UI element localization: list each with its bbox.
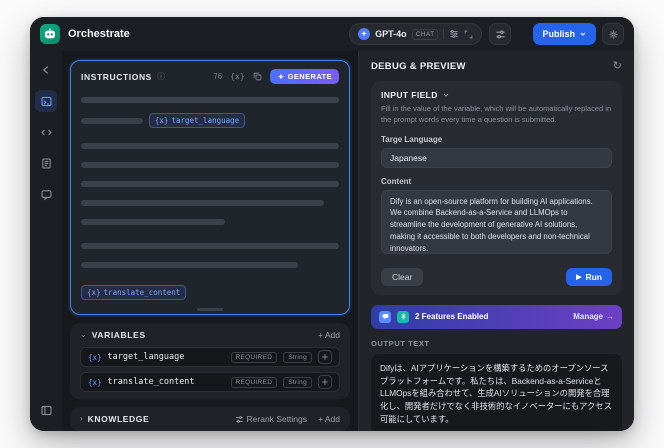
sparkle-icon [277, 73, 284, 80]
skeleton-row: {x} target_language [81, 113, 339, 128]
model-selector-group: GPT-4o CHAT [349, 23, 512, 45]
target-language-input[interactable]: Japanese [381, 147, 612, 168]
skeleton-line [81, 261, 298, 268]
run-button[interactable]: ▶ Run [566, 267, 612, 286]
features-enabled-text: 2 Features Enabled [415, 312, 489, 322]
expand-params-icon[interactable] [464, 30, 473, 39]
orchestrate-pane: INSTRUCTIONS ⓘ 76 {x} GENERATE {x} targe… [62, 51, 358, 431]
page-title: Orchestrate [68, 28, 130, 40]
instructions-title: INSTRUCTIONS [81, 71, 152, 82]
sidebar-item-orchestrate[interactable] [35, 90, 57, 112]
variables-section: ⌄ VARIABLES + Add {x} target_language RE… [70, 323, 350, 399]
skeleton-row: {x} translate_content [81, 285, 339, 300]
debug-preview-title: DEBUG & PREVIEW [371, 61, 466, 72]
play-icon: ▶ [576, 273, 582, 281]
add-variable-button[interactable]: + Add [318, 330, 340, 340]
openai-icon [358, 28, 371, 40]
sliders-icon [235, 415, 243, 423]
app-logo-icon[interactable] [40, 24, 60, 44]
gear-icon [608, 29, 618, 39]
chevron-down-icon[interactable]: ⌄ [80, 331, 87, 339]
publish-label: Publish [542, 29, 575, 39]
title-bar: Orchestrate GPT-4o CHAT Publish [30, 17, 634, 51]
instructions-header: INSTRUCTIONS ⓘ 76 {x} GENERATE [81, 69, 339, 84]
model-mode-badge: CHAT [411, 28, 439, 40]
sidebar-item-api[interactable] [35, 121, 57, 143]
generate-button[interactable]: GENERATE [269, 69, 339, 84]
publish-group: Publish [533, 23, 624, 45]
skeleton-line [81, 117, 143, 124]
variables-title: VARIABLES [91, 330, 146, 340]
skeleton-line [81, 96, 339, 103]
variable-row[interactable]: {x} translate_content REQUIRED String [80, 372, 340, 392]
params-sliders-icon[interactable] [449, 29, 459, 39]
info-icon: ⓘ [156, 72, 165, 81]
copy-icon[interactable] [253, 72, 262, 81]
insert-variable-icon[interactable]: {x} [230, 72, 244, 81]
chevron-down-icon [580, 32, 586, 36]
skeleton-line [81, 200, 324, 206]
output-card: Difyは、AIアプリケーションを構築するためのオープンソースプラットフォームで… [371, 353, 622, 431]
variable-token-icon: {x} [88, 352, 102, 362]
skeleton-line [81, 143, 339, 149]
chevron-right-icon[interactable]: › [80, 415, 83, 423]
clear-button[interactable]: Clear [381, 267, 424, 286]
instructions-editor[interactable]: INSTRUCTIONS ⓘ 76 {x} GENERATE {x} targe… [70, 60, 350, 315]
variable-settings-icon[interactable] [318, 350, 332, 364]
output-text: Difyは、AIアプリケーションを構築するためのオープンソースプラットフォームで… [380, 362, 612, 425]
required-badge: REQUIRED [230, 376, 278, 388]
output-text-title: OUTPUT TEXT [371, 338, 430, 348]
add-knowledge-button[interactable]: + Add [318, 414, 340, 424]
input-field-description: Fill in the value of the variable, which… [381, 104, 612, 124]
desktop-background: { "header": { "app_title": "Orchestrate"… [0, 0, 664, 448]
knowledge-section: › KNOWLEDGE Rerank Settings + Add [70, 407, 350, 431]
model-name: GPT-4o [375, 29, 407, 39]
required-badge: REQUIRED [230, 351, 278, 363]
feature-speech-icon [397, 310, 409, 323]
back-icon[interactable] [35, 59, 57, 81]
manage-features-button[interactable]: Manage → [573, 312, 614, 321]
input-field-title: INPUT FIELD [381, 90, 438, 100]
chevron-down-icon [443, 93, 449, 97]
skeleton-line [81, 162, 339, 168]
publish-button[interactable]: Publish [533, 23, 596, 45]
knowledge-title: KNOWLEDGE [87, 414, 150, 424]
tune-button[interactable] [489, 23, 512, 45]
sidebar-item-annotations[interactable] [35, 183, 57, 205]
variable-row[interactable]: {x} target_language REQUIRED String [80, 347, 340, 367]
resize-handle[interactable] [197, 308, 223, 311]
rerank-settings-button[interactable]: Rerank Settings [235, 414, 307, 424]
input-field-card: INPUT FIELD Fill in the value of the var… [371, 81, 622, 295]
target-language-label: Targe Language [381, 134, 443, 144]
arrow-right-icon: → [606, 312, 614, 322]
type-badge: String [283, 376, 312, 388]
feature-opener-icon [379, 310, 391, 323]
content-label: Content [381, 176, 412, 186]
app-window: Orchestrate GPT-4o CHAT Publish INSTRUCT… [30, 17, 634, 431]
type-badge: String [283, 351, 312, 363]
debug-preview-pane: DEBUG & PREVIEW ↻ INPUT FIELD Fill in th… [358, 51, 634, 431]
variable-chip[interactable]: {x} translate_content [81, 285, 187, 300]
app-settings-button[interactable] [602, 23, 624, 45]
variable-chip[interactable]: {x} target_language [148, 113, 246, 128]
skeleton-line [81, 219, 226, 225]
variable-settings-icon[interactable] [318, 375, 332, 389]
skeleton-line [81, 181, 339, 187]
sidebar-item-logs[interactable] [35, 152, 57, 174]
divider [443, 29, 445, 39]
content-textarea[interactable]: Dify is an open-source platform for buil… [381, 189, 612, 254]
collapse-sidebar-icon[interactable] [35, 399, 57, 421]
left-sidebar [30, 51, 62, 431]
model-selector[interactable]: GPT-4o CHAT [349, 23, 483, 45]
features-bar[interactable]: 2 Features Enabled Manage → [371, 304, 622, 329]
refresh-icon[interactable]: ↻ [613, 61, 622, 72]
variable-token-icon: {x} [88, 377, 102, 387]
char-count: 76 [213, 72, 223, 81]
skeleton-line [81, 242, 339, 249]
